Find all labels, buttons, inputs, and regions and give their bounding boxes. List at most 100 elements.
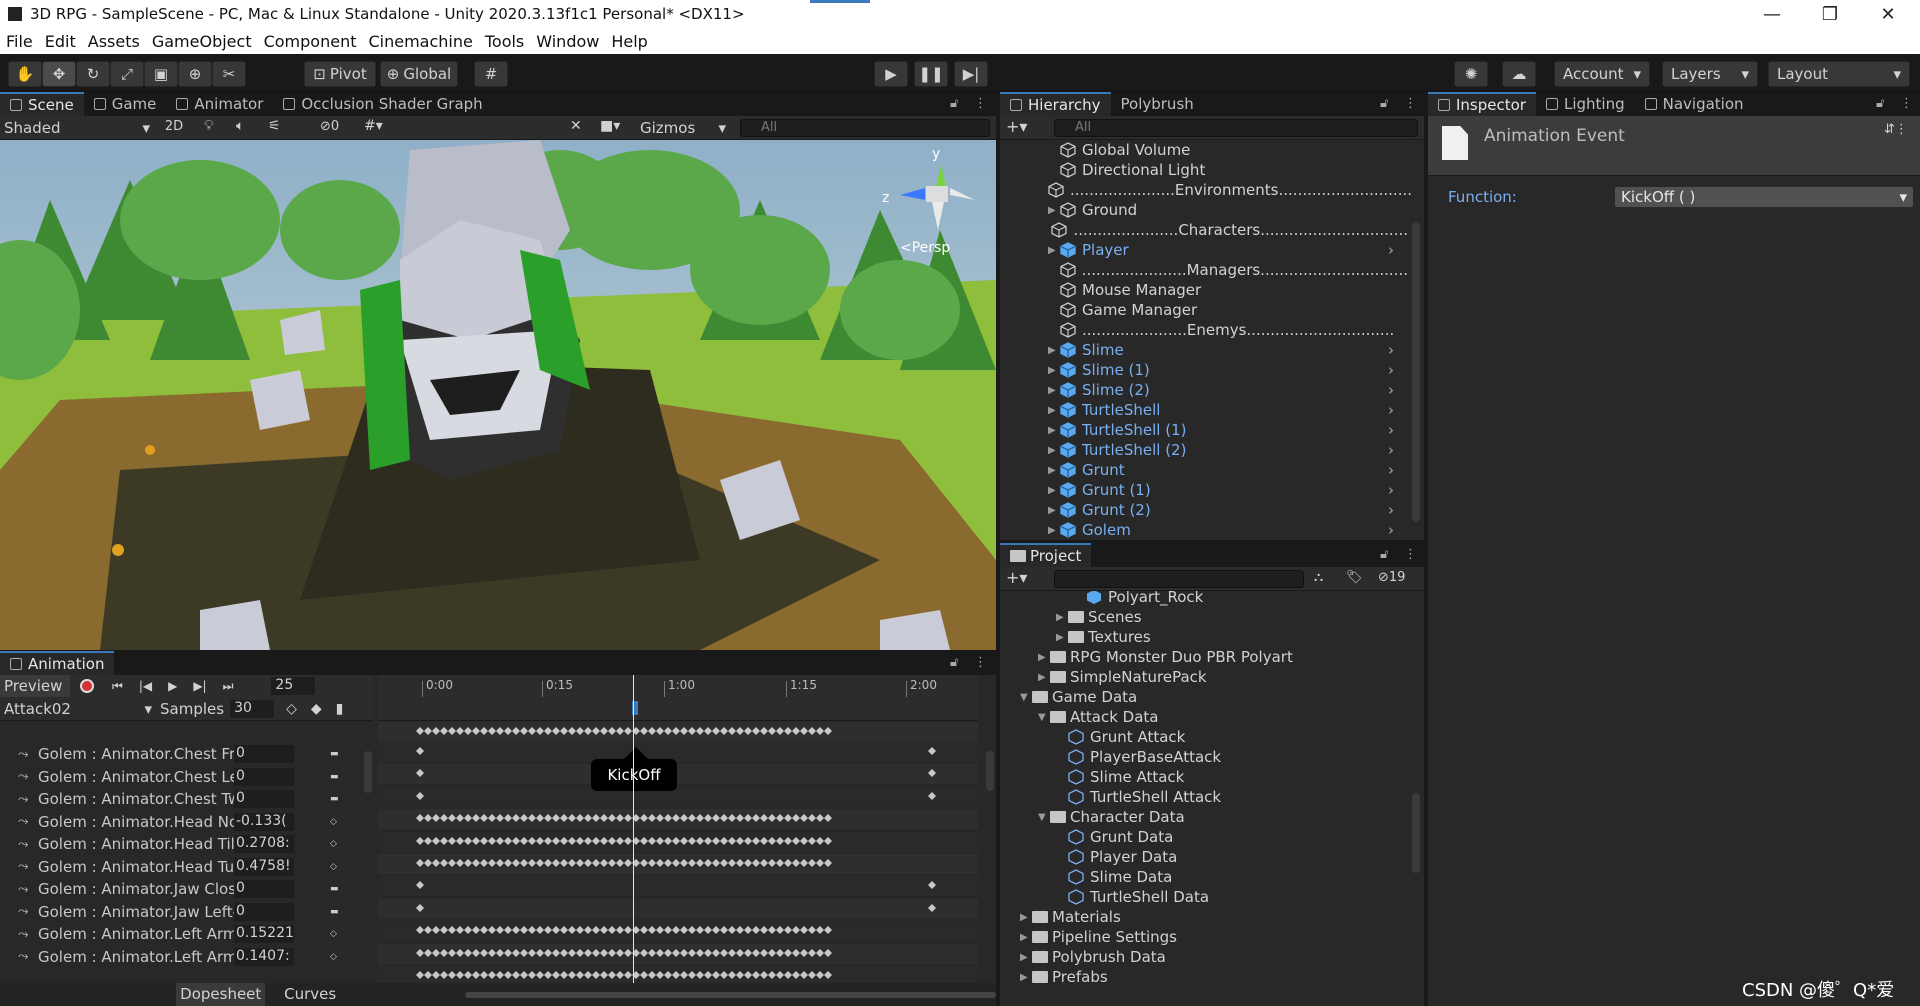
scene-search-input[interactable]: All xyxy=(740,119,990,137)
timeline-scrollbar[interactable] xyxy=(986,751,994,791)
property-scrollbar[interactable] xyxy=(364,751,372,793)
lock-icon[interactable]: 🔓︎ xyxy=(950,96,958,111)
hierarchy-item[interactable]: ▶ Grunt (2) › xyxy=(1048,500,1408,520)
dopesheet[interactable] xyxy=(378,721,978,983)
keyframe-toggle-icon[interactable]: ◇ xyxy=(330,929,337,939)
menu-cinemachine[interactable]: Cinemachine xyxy=(362,32,478,51)
keyframe-toggle-icon[interactable]: ◇ xyxy=(330,862,337,872)
property-row[interactable]: ⤳ Golem : Animator.Jaw Left- 0 ▬ xyxy=(0,901,360,923)
playhead[interactable] xyxy=(633,675,634,985)
project-item[interactable]: Grunt Attack xyxy=(1056,727,1185,747)
expand-arrow-icon[interactable]: ▶ xyxy=(1048,505,1060,516)
more-menu-icon[interactable]: ⋮ xyxy=(974,655,987,670)
play-anim-button[interactable]: ▶ xyxy=(168,679,177,693)
expand-arrow-icon[interactable]: ▶ xyxy=(1048,425,1060,436)
expand-arrow-icon[interactable]: ▶ xyxy=(1020,972,1032,983)
minimize-button[interactable]: — xyxy=(1744,0,1800,28)
hidden-objects-toggle[interactable]: ⊘ 0 xyxy=(320,119,339,134)
hierarchy-item[interactable]: ▶ TurtleShell › xyxy=(1048,400,1408,420)
transform-tool-icon[interactable]: ⊕ xyxy=(178,61,212,87)
prev-key-button[interactable]: |◀ xyxy=(139,679,152,693)
hierarchy-item[interactable]: Global Volume xyxy=(1048,140,1408,160)
scene-viewport[interactable]: y z <Persp xyxy=(0,140,996,650)
project-item[interactable]: TurtleShell Data xyxy=(1056,887,1209,907)
menu-assets[interactable]: Assets xyxy=(82,32,146,51)
project-item[interactable]: ▶ Prefabs xyxy=(1020,967,1108,987)
expand-arrow-icon[interactable]: ▶ xyxy=(1048,465,1060,476)
expand-arrow-icon[interactable]: ▶ xyxy=(1048,445,1060,456)
hidden-packages-toggle[interactable]: ⊘ 19 xyxy=(1378,570,1405,585)
property-row[interactable]: ⤳ Golem : Animator.Jaw Clos 0 ▬ xyxy=(0,878,360,900)
custom-tool-icon[interactable]: ✂ xyxy=(212,61,246,87)
hierarchy-item[interactable]: ▶ Player › xyxy=(1048,240,1408,260)
tab-animator[interactable]: Animator xyxy=(166,92,273,116)
project-item[interactable]: ▶ Materials xyxy=(1020,907,1121,927)
tab-scene[interactable]: Scene xyxy=(0,92,84,116)
close-button[interactable]: ✕ xyxy=(1860,0,1916,28)
lock-icon[interactable]: 🔓︎ xyxy=(1876,96,1884,111)
rotate-tool-icon[interactable]: ↻ xyxy=(76,61,110,87)
2d-toggle[interactable]: 2D xyxy=(158,119,190,137)
lock-icon[interactable]: 🔓︎ xyxy=(950,655,958,670)
tab-polybrush[interactable]: Polybrush xyxy=(1111,92,1204,116)
frame-input[interactable]: 25 xyxy=(271,677,316,695)
expand-arrow-icon[interactable]: ▶ xyxy=(1056,612,1068,623)
play-button[interactable]: ▶ xyxy=(874,61,908,87)
keyframe-toggle-icon[interactable]: ▬ xyxy=(330,794,339,804)
tab-navigation[interactable]: Navigation xyxy=(1635,92,1754,116)
effects-toggle-icon[interactable]: ⚟ xyxy=(268,118,281,134)
project-item[interactable]: ▶ Pipeline Settings xyxy=(1020,927,1177,947)
property-row[interactable]: ⤳ Golem : Animator.Head Tur 0.4758! ◇ xyxy=(0,856,360,878)
chevron-right-icon[interactable]: › xyxy=(1388,521,1394,539)
services-icon[interactable]: ✺ xyxy=(1454,61,1488,87)
pause-button[interactable]: ❚❚ xyxy=(914,61,948,87)
hierarchy-item[interactable]: ......................Enemys............… xyxy=(1048,320,1408,340)
lighting-toggle-icon[interactable]: 💡︎ xyxy=(204,118,214,134)
chevron-right-icon[interactable]: › xyxy=(1388,361,1394,379)
clip-dropdown[interactable]: Attack02 ▾ xyxy=(0,700,156,718)
tab-project[interactable]: Project xyxy=(1000,543,1092,567)
hierarchy-item[interactable]: ▶ Grunt (1) › xyxy=(1048,480,1408,500)
chevron-right-icon[interactable]: › xyxy=(1388,461,1394,479)
tab-curves[interactable]: Curves xyxy=(265,983,354,1006)
hierarchy-item[interactable]: Directional Light xyxy=(1048,160,1408,180)
project-item[interactable]: Slime Data xyxy=(1056,867,1172,887)
move-tool-icon[interactable]: ✥ xyxy=(42,61,76,87)
maximize-button[interactable]: ❐ xyxy=(1802,0,1858,28)
lock-icon[interactable]: 🔓︎ xyxy=(1380,547,1388,562)
expand-arrow-icon[interactable]: ▶ xyxy=(1038,652,1050,663)
project-item[interactable]: Player Data xyxy=(1056,847,1177,867)
menu-tools[interactable]: Tools xyxy=(479,32,530,51)
hierarchy-item[interactable]: ▶ Slime (2) › xyxy=(1048,380,1408,400)
keyframe-toggle-icon[interactable]: ◇ xyxy=(330,839,337,849)
hierarchy-item[interactable]: ......................Environments......… xyxy=(1048,180,1412,200)
filter-label-icon[interactable]: 🏷︎ xyxy=(1346,570,1363,585)
expand-arrow-icon[interactable]: ▶ xyxy=(1020,952,1032,963)
chevron-right-icon[interactable]: › xyxy=(1388,501,1394,519)
property-row[interactable]: ⤳ Golem : Animator.Left Arm I 0.1407: ◇ xyxy=(0,946,360,968)
project-scrollbar[interactable] xyxy=(1412,793,1420,873)
add-key-icon[interactable]: ◆ xyxy=(311,701,322,717)
chevron-right-icon[interactable]: › xyxy=(1388,241,1394,259)
tools-icon[interactable]: ✕ xyxy=(570,118,582,134)
hierarchy-item[interactable]: ▶ Slime › xyxy=(1048,340,1408,360)
hand-tool-icon[interactable]: ✋ xyxy=(8,61,42,87)
more-menu-icon[interactable]: ⋮ xyxy=(1404,96,1417,111)
property-row[interactable]: ⤳ Golem : Animator.Chest Frc 0 ▬ xyxy=(0,743,360,765)
tab-game[interactable]: Game xyxy=(84,92,167,116)
tab-animation[interactable]: Animation xyxy=(0,651,115,675)
settings-icon[interactable]: ⇵⋮ xyxy=(1884,122,1908,137)
chevron-right-icon[interactable]: › xyxy=(1388,421,1394,439)
chevron-right-icon[interactable]: › xyxy=(1388,401,1394,419)
add-object-button[interactable]: +▾ xyxy=(1006,117,1027,136)
expand-arrow-icon[interactable]: ▶ xyxy=(1038,672,1050,683)
project-item[interactable]: ▶ RPG Monster Duo PBR Polyart xyxy=(1038,647,1293,667)
expand-arrow-icon[interactable]: ▶ xyxy=(1048,385,1060,396)
more-menu-icon[interactable]: ⋮ xyxy=(1900,96,1913,111)
keyframe-toggle-icon[interactable]: ◇ xyxy=(330,952,337,962)
hierarchy-item[interactable]: ▶ TurtleShell (1) › xyxy=(1048,420,1408,440)
expand-arrow-icon[interactable]: ▼ xyxy=(1038,812,1050,823)
filter-type-icon[interactable]: ⛬ xyxy=(1314,570,1323,585)
keyframe-toggle-icon[interactable]: ▬ xyxy=(330,884,339,894)
audio-toggle-icon[interactable]: 🔈︎ xyxy=(236,118,244,134)
